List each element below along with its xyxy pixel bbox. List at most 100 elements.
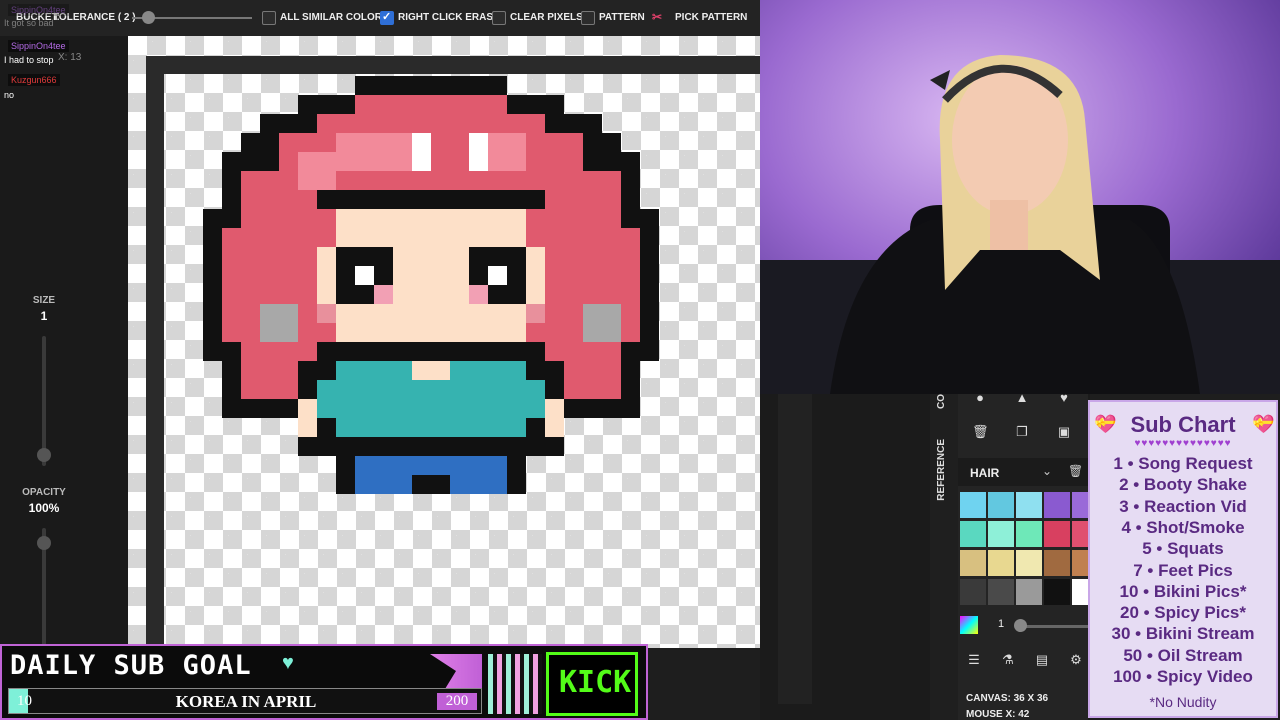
pants-gap — [412, 475, 450, 494]
color-swatch[interactable] — [960, 579, 986, 605]
sub-chart-item: 50 • Oil Stream — [1123, 645, 1243, 665]
tolerance-slider-handle[interactable] — [142, 11, 155, 24]
hair — [355, 95, 507, 114]
goal-title: DAILY SUB GOAL — [10, 650, 252, 681]
color-swatch[interactable] — [960, 550, 986, 576]
right-hand — [545, 399, 564, 437]
body-outline — [317, 342, 545, 361]
color-swatch[interactable] — [988, 521, 1014, 547]
neck — [412, 361, 450, 380]
canvas-size-info: CANVAS: 36 X 36 — [966, 693, 1049, 704]
color-swatch[interactable] — [1016, 521, 1042, 547]
color-swatch[interactable] — [1016, 550, 1042, 576]
sub-chart-item: 4 • Shot/Smoke — [1121, 517, 1245, 537]
ghost-coordinate-text: X: 13 — [58, 52, 82, 63]
color-swatch[interactable] — [960, 492, 986, 518]
tab-co[interactable]: CO — [936, 394, 947, 409]
color-swatch[interactable] — [1044, 579, 1070, 605]
color-swatch[interactable] — [1016, 492, 1042, 518]
hair-outline — [355, 76, 507, 95]
right-eye-shine — [488, 266, 507, 285]
pick-pattern-icon[interactable]: ✂ — [652, 10, 662, 24]
list-icon[interactable]: ☰ — [966, 652, 982, 668]
opacity-slider-handle[interactable] — [37, 536, 51, 550]
color-swatch[interactable] — [988, 579, 1014, 605]
sub-chart-footer: *No Nudity — [1149, 694, 1217, 710]
pixel-art-character[interactable] — [128, 36, 760, 648]
heart-icon: 💝 — [1094, 414, 1117, 434]
left-eye-shine — [355, 266, 374, 285]
goal-target: 200 — [437, 693, 477, 710]
heart-icon: 💝 — [1252, 414, 1275, 434]
drawing-canvas[interactable] — [128, 36, 760, 648]
webcam-image — [760, 0, 1280, 394]
color-swatch[interactable] — [960, 521, 986, 547]
kick-logo-text: KICK — [559, 665, 632, 700]
sub-chart-item: 10 • Bikini Pics* — [1119, 581, 1247, 601]
flask-icon[interactable]: ⚗ — [1000, 652, 1016, 668]
canvas-border-top — [146, 56, 760, 74]
hair-highlight — [298, 152, 336, 190]
pick-pattern-button[interactable]: PICK PATTERN — [675, 12, 747, 23]
top-toolbar: BUCKET: TOLERANCE ( 2 ) ALL SIMILAR COLO… — [0, 0, 760, 36]
right-click-erase-label[interactable]: RIGHT CLICK ERASE — [398, 12, 500, 23]
trash-icon[interactable]: 🗑 — [972, 424, 989, 440]
size-slider-track[interactable] — [42, 336, 46, 466]
chat-username: Kuzgun666 — [8, 74, 60, 86]
sub-chart-item: 30 • Bikini Stream — [1111, 624, 1255, 644]
color-swatch[interactable] — [1016, 579, 1042, 605]
brush-size-value: 1 — [998, 618, 1005, 630]
size-slider-handle[interactable] — [37, 448, 51, 462]
hearts-divider: ♥♥♥♥♥♥♥♥♥♥♥♥♥♥ — [1134, 438, 1232, 449]
webcam-feed — [760, 0, 1280, 394]
image-icon[interactable]: ▣ — [1056, 424, 1072, 440]
right-cheek — [526, 304, 545, 323]
color-swatch[interactable] — [1044, 521, 1070, 547]
chevron-down-icon[interactable]: ⌄ — [1042, 464, 1052, 478]
color-swatch[interactable] — [1044, 550, 1070, 576]
layer-name: HAIR — [970, 466, 1000, 480]
sub-chart-title: Sub Chart — [1130, 412, 1236, 437]
canvas-frame-right — [778, 394, 812, 704]
color-swatch[interactable] — [988, 550, 1014, 576]
sub-chart-item: 5 • Squats — [1142, 539, 1224, 559]
color-swatch[interactable] — [1044, 492, 1070, 518]
sub-chart-item: 3 • Reaction Vid — [1119, 496, 1247, 516]
color-picker-icon[interactable] — [960, 616, 978, 634]
file-icon[interactable]: ▤ — [1034, 652, 1050, 668]
shirt — [317, 380, 336, 418]
sub-chart-item: 1 • Song Request — [1113, 454, 1253, 473]
pattern-label[interactable]: PATTERN — [599, 12, 645, 23]
chat-message: I had to stop — [4, 55, 54, 65]
settings-icon[interactable]: ⚙ — [1068, 652, 1084, 668]
layers-panel: ● ▲ ♥ 🗑 ❐ ▣ HAIR ⌄ 🗑 1 ☰ ⚗ ▤ ⚙ CANVAS: 3… — [958, 384, 1098, 720]
left-eye-shine — [374, 285, 393, 304]
all-similar-colors-label[interactable]: ALL SIMILAR COLORS — [280, 12, 389, 23]
sub-chart-item: 100 • Spicy Video — [1113, 667, 1253, 686]
sub-chart-item: 20 • Spicy Pics* — [1120, 603, 1246, 623]
right-eye-shine — [469, 285, 488, 304]
hair-bow-gap — [431, 133, 469, 152]
sub-chart-panel: Sub Chart 💝 💝 ♥♥♥♥♥♥♥♥♥♥♥♥♥♥ 1 • Song Re… — [1088, 400, 1278, 718]
chat-username: SippinOn4tee — [8, 40, 69, 52]
goal-stripes — [488, 654, 542, 714]
opacity-value: 100% — [28, 501, 60, 515]
kick-logo: KICK — [546, 652, 638, 716]
hair-bow-gap — [431, 152, 469, 171]
hair — [317, 114, 545, 133]
right-hair-tie — [583, 304, 621, 342]
left-hand — [298, 399, 317, 437]
brush-size-handle[interactable] — [1014, 619, 1027, 632]
layer-select[interactable]: HAIR ⌄ 🗑 — [958, 458, 1088, 486]
all-similar-colors-checkbox[interactable] — [262, 11, 276, 25]
color-swatch[interactable] — [988, 492, 1014, 518]
daily-sub-goal-widget: DAILY SUB GOAL ♥ KICK 10 KOREA IN APRIL … — [0, 644, 648, 720]
tab-reference[interactable]: REFERENCE — [936, 439, 947, 501]
pattern-checkbox[interactable] — [581, 11, 595, 25]
duplicate-icon[interactable]: ❐ — [1014, 424, 1030, 440]
chat-message: It got so bad — [4, 18, 54, 28]
right-click-erase-checkbox[interactable] — [380, 10, 394, 25]
clear-pixels-label[interactable]: CLEAR PIXELS — [510, 12, 583, 23]
delete-layer-icon[interactable]: 🗑 — [1068, 464, 1083, 478]
clear-pixels-checkbox[interactable] — [492, 11, 506, 25]
